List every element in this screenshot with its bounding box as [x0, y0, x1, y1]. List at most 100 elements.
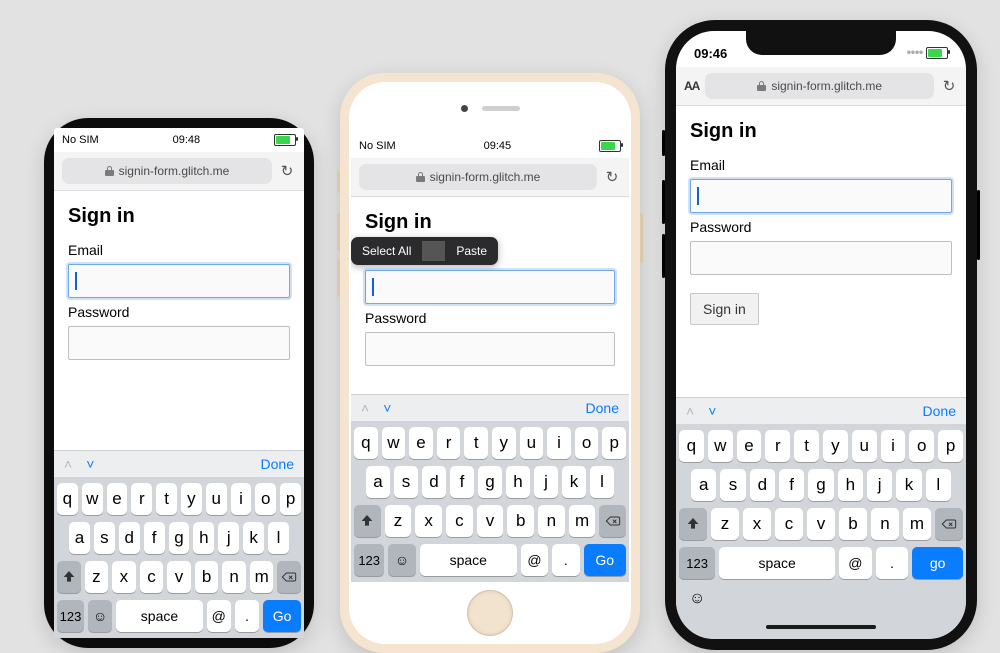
reload-icon[interactable]: ↻	[278, 162, 296, 180]
key-z[interactable]: z	[85, 561, 109, 593]
shift-key[interactable]	[354, 505, 381, 537]
key-b[interactable]: b	[195, 561, 219, 593]
next-field-chevron-icon[interactable]: ˅	[86, 456, 94, 472]
next-field-chevron-icon[interactable]: ˅	[708, 403, 716, 419]
key-h[interactable]: h	[838, 469, 863, 501]
go-key[interactable]: go	[912, 547, 963, 579]
number-key[interactable]: 123	[354, 544, 384, 576]
key-y[interactable]: y	[492, 427, 516, 459]
key-q[interactable]: q	[679, 430, 704, 462]
key-j[interactable]: j	[867, 469, 892, 501]
key-x[interactable]: x	[415, 505, 442, 537]
key-n[interactable]: n	[871, 508, 899, 540]
key-r[interactable]: r	[765, 430, 790, 462]
key-c[interactable]: c	[140, 561, 164, 593]
key-k[interactable]: k	[243, 522, 264, 554]
key-p[interactable]: p	[280, 483, 301, 515]
key-t[interactable]: t	[794, 430, 819, 462]
key-b[interactable]: b	[839, 508, 867, 540]
key-w[interactable]: w	[82, 483, 103, 515]
key-n[interactable]: n	[538, 505, 565, 537]
key-i[interactable]: i	[881, 430, 906, 462]
key-h[interactable]: h	[506, 466, 530, 498]
key-m[interactable]: m	[250, 561, 274, 593]
password-field[interactable]	[68, 326, 290, 360]
prev-field-chevron-icon[interactable]: ˄	[64, 456, 72, 472]
prev-field-chevron-icon[interactable]: ˄	[361, 400, 369, 416]
key-z[interactable]: z	[385, 505, 412, 537]
key-k[interactable]: k	[562, 466, 586, 498]
dot-key[interactable]: .	[235, 600, 259, 632]
next-field-chevron-icon[interactable]: ˅	[383, 400, 391, 416]
key-v[interactable]: v	[167, 561, 191, 593]
key-s[interactable]: s	[720, 469, 745, 501]
key-v[interactable]: v	[477, 505, 504, 537]
key-k[interactable]: k	[896, 469, 921, 501]
key-p[interactable]: p	[938, 430, 963, 462]
key-n[interactable]: n	[222, 561, 246, 593]
key-m[interactable]: m	[569, 505, 596, 537]
emoji-key[interactable]: ☺	[388, 544, 415, 576]
key-g[interactable]: g	[478, 466, 502, 498]
key-x[interactable]: x	[112, 561, 136, 593]
key-o[interactable]: o	[255, 483, 276, 515]
key-d[interactable]: d	[750, 469, 775, 501]
key-y[interactable]: y	[823, 430, 848, 462]
key-w[interactable]: w	[382, 427, 406, 459]
shift-key[interactable]	[57, 561, 81, 593]
key-j[interactable]: j	[534, 466, 558, 498]
email-field[interactable]	[68, 264, 290, 298]
key-g[interactable]: g	[169, 522, 190, 554]
home-indicator[interactable]	[766, 625, 876, 629]
key-e[interactable]: e	[409, 427, 433, 459]
key-a[interactable]: a	[69, 522, 90, 554]
key-c[interactable]: c	[775, 508, 803, 540]
at-key[interactable]: @	[207, 600, 231, 632]
at-key[interactable]: @	[521, 544, 548, 576]
space-key[interactable]: space	[719, 547, 835, 579]
delete-key[interactable]	[599, 505, 626, 537]
key-l[interactable]: l	[590, 466, 614, 498]
key-d[interactable]: d	[119, 522, 140, 554]
go-key[interactable]: Go	[584, 544, 627, 576]
key-u[interactable]: u	[206, 483, 227, 515]
key-g[interactable]: g	[808, 469, 833, 501]
key-l[interactable]: l	[926, 469, 951, 501]
email-field[interactable]	[690, 179, 952, 213]
key-s[interactable]: s	[94, 522, 115, 554]
reload-icon[interactable]: ↻	[940, 77, 958, 95]
key-s[interactable]: s	[394, 466, 418, 498]
key-u[interactable]: u	[520, 427, 544, 459]
key-e[interactable]: e	[737, 430, 762, 462]
key-o[interactable]: o	[909, 430, 934, 462]
reload-icon[interactable]: ↻	[603, 168, 621, 186]
key-f[interactable]: f	[144, 522, 165, 554]
key-o[interactable]: o	[575, 427, 599, 459]
space-key[interactable]: space	[420, 544, 517, 576]
context-paste[interactable]: Paste	[445, 237, 498, 265]
key-a[interactable]: a	[691, 469, 716, 501]
key-x[interactable]: x	[743, 508, 771, 540]
key-t[interactable]: t	[464, 427, 488, 459]
key-q[interactable]: q	[354, 427, 378, 459]
delete-key[interactable]	[277, 561, 301, 593]
password-field[interactable]	[365, 332, 615, 366]
home-button[interactable]	[467, 590, 513, 636]
key-b[interactable]: b	[507, 505, 534, 537]
key-c[interactable]: c	[446, 505, 473, 537]
email-field[interactable]	[365, 270, 615, 304]
key-z[interactable]: z	[711, 508, 739, 540]
key-m[interactable]: m	[903, 508, 931, 540]
key-w[interactable]: w	[708, 430, 733, 462]
key-j[interactable]: j	[218, 522, 239, 554]
delete-key[interactable]	[935, 508, 963, 540]
key-r[interactable]: r	[131, 483, 152, 515]
keyboard-done-button[interactable]: Done	[261, 456, 294, 472]
key-i[interactable]: i	[547, 427, 571, 459]
text-size-button[interactable]: AA	[684, 79, 699, 93]
number-key[interactable]: 123	[57, 600, 84, 632]
key-v[interactable]: v	[807, 508, 835, 540]
url-field[interactable]: signin-form.glitch.me	[705, 73, 934, 99]
key-f[interactable]: f	[779, 469, 804, 501]
key-u[interactable]: u	[852, 430, 877, 462]
